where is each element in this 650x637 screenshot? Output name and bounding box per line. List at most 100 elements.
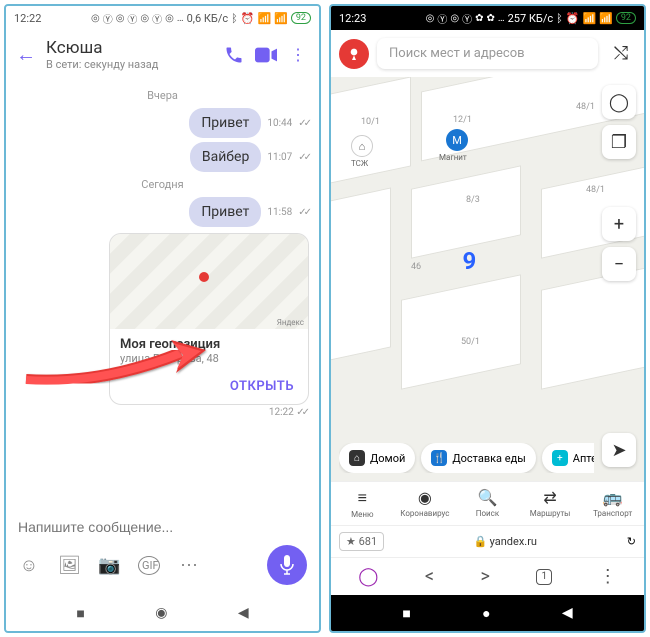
menu-dots-icon[interactable]: ⋮ <box>599 566 617 587</box>
map-label: 12/1 <box>453 115 472 125</box>
sticker-icon[interactable]: ☺ <box>18 555 40 576</box>
share-icon[interactable]: < <box>425 566 434 587</box>
status-bar: 12:23 ◎ Ⓨ ◎ Ⓨ ✿ ✿ … 257 КБ/с ᛒ ⏰ 📶 📶 92 <box>331 6 644 30</box>
status-bar: 12:22 ◎ Ⓨ ◎ Ⓨ ◎ Ⓨ ◎ … 0,6 КБ/с ᛒ ⏰ 📶 📶 9… <box>6 6 319 30</box>
bluetooth-icon: ᛒ <box>556 12 563 25</box>
read-checks-icon: ✓✓ <box>298 152 309 163</box>
notif-icon: Ⓨ <box>437 11 447 26</box>
message-time: 10:44 <box>267 118 292 129</box>
corona-icon: ◉ <box>396 488 455 507</box>
browser-url-bar: ★ 681 🔒yandex.ru ↻ <box>331 525 644 557</box>
home-icon[interactable]: ◉ <box>155 605 167 621</box>
status-data: 257 КБ/с <box>508 12 554 25</box>
date-separator: Вчера <box>16 89 309 102</box>
recents-icon[interactable]: ■ <box>76 605 84 622</box>
poi-label: ТСЖ <box>351 159 368 168</box>
app-pin-icon[interactable] <box>339 39 369 69</box>
zoom-in-button[interactable]: + <box>602 207 636 241</box>
call-icon[interactable] <box>223 44 245 66</box>
route-icon[interactable]: ⤭ <box>606 43 636 64</box>
location-time: 12:22 ✓✓ <box>16 407 309 418</box>
map-attribution: Яндекс <box>277 318 304 327</box>
battery-icon: 92 <box>616 12 636 24</box>
location-cursor-icon: 9 <box>462 247 476 275</box>
forward-icon[interactable]: > <box>480 566 489 587</box>
contact-status: В сети: секунду назад <box>46 58 213 71</box>
date-separator: Сегодня <box>16 178 309 191</box>
poi-icon[interactable]: ⌂ <box>351 135 373 157</box>
message-bubble: Вайбер <box>190 142 261 172</box>
message-row[interactable]: Привет 10:44 ✓✓ <box>16 108 309 138</box>
message-input[interactable] <box>18 513 307 541</box>
status-time: 12:22 <box>14 12 41 25</box>
notif-icon: ◎ <box>450 13 459 24</box>
notif-icon: ◎ <box>165 13 174 24</box>
message-bubble: Привет <box>189 108 261 138</box>
message-row[interactable]: Вайбер 11:07 ✓✓ <box>16 142 309 172</box>
mic-button[interactable] <box>267 545 307 585</box>
message-row[interactable]: Привет 11:58 ✓✓ <box>16 197 309 227</box>
home-icon[interactable]: ● <box>482 605 490 622</box>
viber-screenshot: 12:22 ◎ Ⓨ ◎ Ⓨ ◎ Ⓨ ◎ … 0,6 КБ/с ᛒ ⏰ 📶 📶 9… <box>4 4 321 633</box>
chat-header: ← Ксюша В сети: секунду назад ⋮ <box>6 30 319 79</box>
map-label: 48/1 <box>586 185 605 195</box>
chip-food[interactable]: 🍴Доставка еды <box>421 443 535 473</box>
notif-icon: … <box>177 13 184 24</box>
video-icon[interactable] <box>255 44 277 66</box>
poi-label: Магнит <box>439 153 467 162</box>
compass-icon[interactable]: ◯ <box>602 85 636 119</box>
notif-icon: ✿ <box>475 13 483 24</box>
chip-pharmacy[interactable]: +Аптек <box>542 443 594 473</box>
more-attach-icon[interactable]: ⋯ <box>178 555 200 576</box>
status-time: 12:23 <box>339 12 366 25</box>
locate-me-button[interactable]: ➤ <box>602 433 636 467</box>
back-arrow-icon[interactable]: ← <box>16 42 36 67</box>
routes-icon: ⇄ <box>521 488 580 507</box>
alarm-icon: ⏰ <box>566 12 580 25</box>
back-icon[interactable]: ◀ <box>238 605 249 621</box>
zoom-out-button[interactable]: − <box>602 247 636 281</box>
transport-icon: 🚌 <box>583 488 642 507</box>
quick-chips: ⌂Домой 🍴Доставка еды +Аптек <box>339 443 594 473</box>
tabs-icon[interactable]: 1 <box>536 569 552 585</box>
gif-icon[interactable]: GIF <box>138 556 160 575</box>
recents-icon[interactable]: ■ <box>402 605 410 622</box>
tab-corona[interactable]: ◉Коронавирус <box>394 482 457 525</box>
tab-search[interactable]: 🔍Поиск <box>456 482 519 525</box>
layers-icon[interactable]: ❐ <box>602 125 636 159</box>
map-label: 48/1 <box>576 102 595 112</box>
composer: ☺ 🖼 📷 GIF ⋯ <box>6 503 319 595</box>
status-data: 0,6 КБ/с <box>187 12 229 25</box>
tab-transport[interactable]: 🚌Транспорт <box>581 482 644 525</box>
camera-icon[interactable]: 📷 <box>98 555 120 576</box>
message-bubble: Привет <box>189 197 261 227</box>
android-navbar: ■ ◉ ◀ <box>6 595 319 631</box>
notif-icon: Ⓨ <box>462 11 472 26</box>
more-icon[interactable]: ⋮ <box>287 44 309 66</box>
url-display[interactable]: 🔒yandex.ru <box>392 535 619 548</box>
poi-icon[interactable]: M <box>446 129 468 151</box>
location-map-thumb: Яндекс <box>110 234 308 329</box>
search-input[interactable]: Поиск мест и адресов <box>377 38 598 69</box>
chip-home[interactable]: ⌂Домой <box>339 443 415 473</box>
reload-icon[interactable]: ↻ <box>627 535 636 548</box>
battery-icon: 92 <box>291 12 311 24</box>
pharmacy-icon: + <box>552 450 568 466</box>
gallery-icon[interactable]: 🖼 <box>58 555 80 576</box>
message-time: 11:07 <box>267 152 292 163</box>
notif-icon: … <box>498 13 505 24</box>
back-icon[interactable]: ◀ <box>562 605 573 621</box>
tab-routes[interactable]: ⇄Маршруты <box>519 482 582 525</box>
browser-toolbar: ◯ < > 1 ⋮ <box>331 557 644 595</box>
map-canvas[interactable]: 10/1 12/1 48/1 ⌂ ТСЖ M Магнит 8/3 48/1 4… <box>331 77 644 481</box>
search-icon: 🔍 <box>458 488 517 507</box>
message-list[interactable]: Вчера Привет 10:44 ✓✓ Вайбер 11:07 ✓✓ Се… <box>6 79 319 503</box>
home-icon: ⌂ <box>349 450 365 466</box>
alice-icon[interactable]: ◯ <box>358 566 378 587</box>
tab-menu[interactable]: ≡Меню <box>331 482 394 525</box>
maps-search-bar: Поиск мест и адресов ⤭ <box>331 30 644 77</box>
menu-icon: ≡ <box>333 488 392 508</box>
map-label: 50/1 <box>461 337 480 347</box>
tab-count[interactable]: ★ 681 <box>339 532 384 551</box>
contact-block[interactable]: Ксюша В сети: секунду назад <box>46 38 213 71</box>
